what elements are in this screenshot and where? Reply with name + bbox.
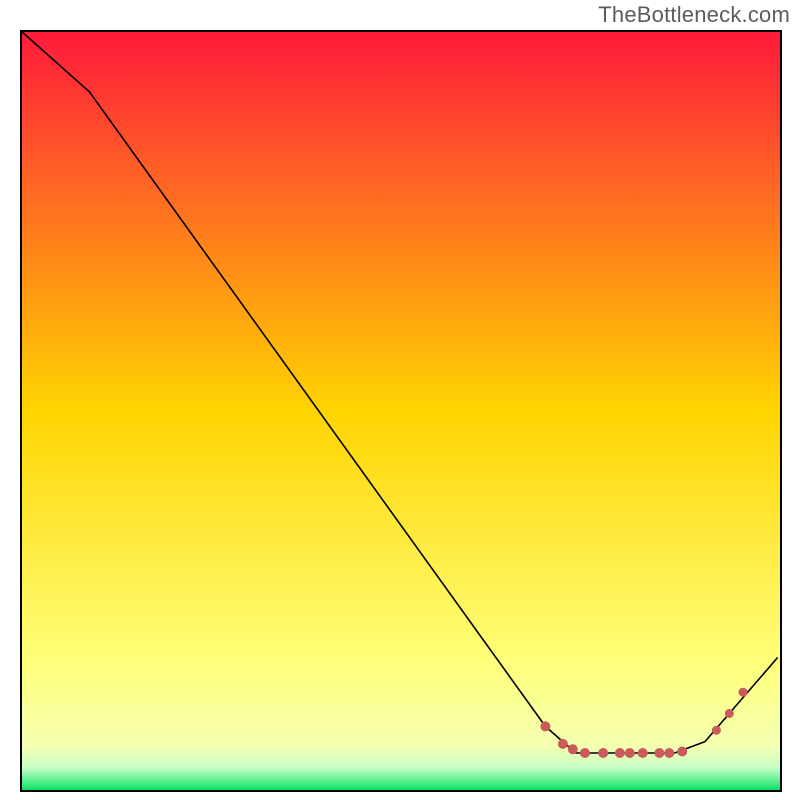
data-point-p4 [580, 748, 590, 758]
data-point-p14 [739, 688, 748, 697]
data-point-p13 [725, 709, 734, 718]
data-point-p7 [625, 748, 635, 758]
data-point-p5 [598, 748, 608, 758]
data-point-p1 [540, 721, 550, 731]
watermark-text: TheBottleneck.com [598, 2, 790, 28]
data-point-p3 [568, 744, 578, 754]
gradient-background [21, 31, 781, 791]
data-point-p12 [712, 726, 721, 735]
data-point-p9 [654, 748, 664, 758]
data-point-p10 [664, 748, 674, 758]
chart-svg [0, 0, 800, 800]
data-point-p6 [615, 748, 625, 758]
chart-container: TheBottleneck.com [0, 0, 800, 800]
data-point-p8 [638, 748, 648, 758]
data-point-p11 [677, 746, 687, 756]
data-point-p2 [558, 739, 568, 749]
